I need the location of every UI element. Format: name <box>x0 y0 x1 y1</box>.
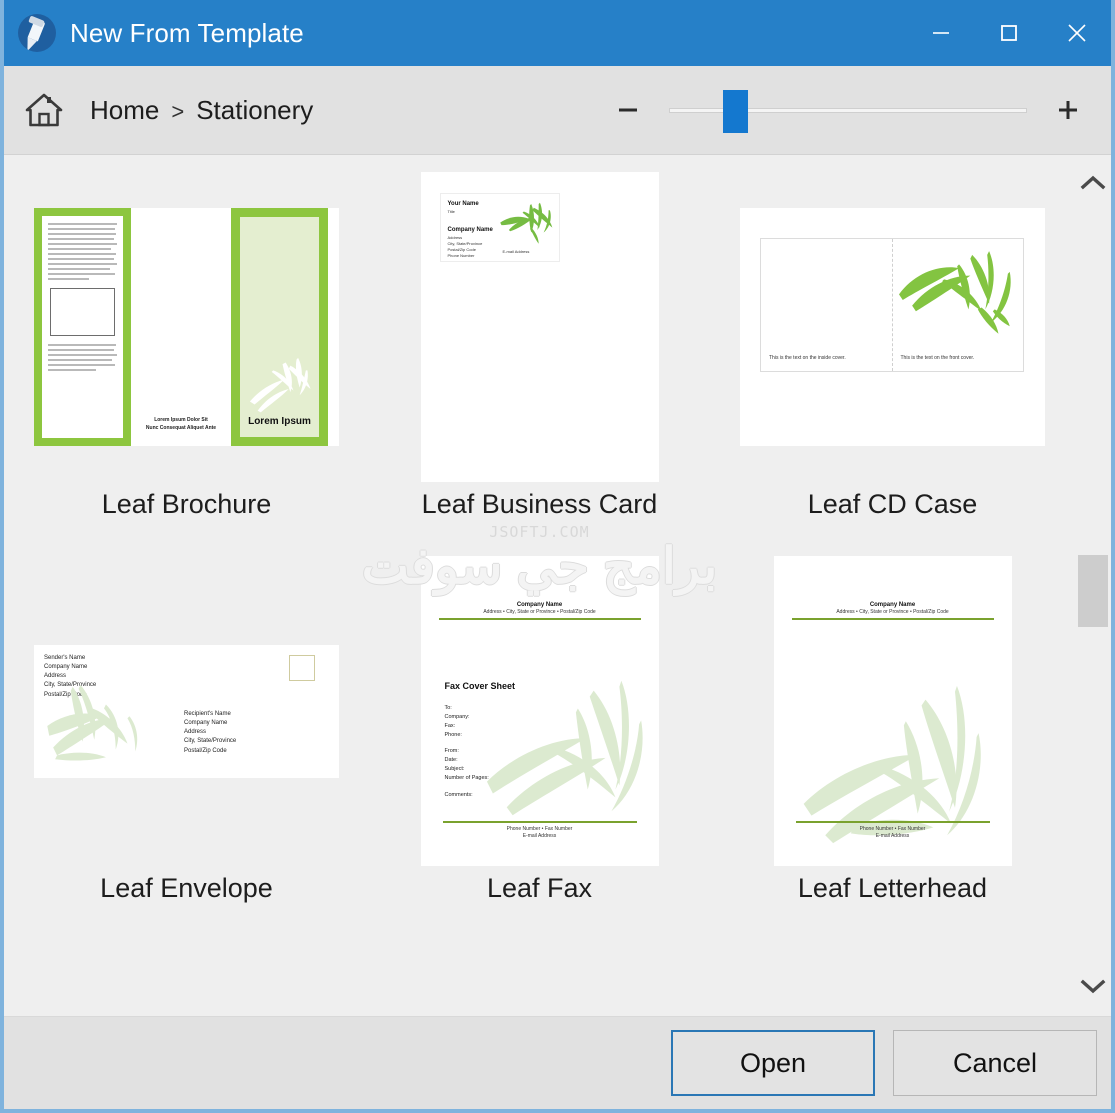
template-thumbnail[interactable]: Company Name Address • City, State or Pr… <box>716 551 1069 871</box>
template-item-leaf-cd-case[interactable]: This is the text on the inside cover. <box>716 167 1069 551</box>
bc-email: E-mail Address <box>503 249 530 254</box>
cd-front-caption: This is the text on the front cover. <box>901 355 975 361</box>
close-icon[interactable] <box>1043 0 1111 66</box>
cancel-button[interactable]: Cancel <box>893 1030 1097 1096</box>
leaf-graphic-pale <box>44 683 164 771</box>
brochure-left-panel <box>34 208 131 446</box>
letterhead-footer-phone: Phone Number • Fax Number <box>796 826 990 833</box>
home-icon[interactable] <box>22 88 66 132</box>
maximize-icon[interactable] <box>975 0 1043 66</box>
brochure-right-panel: Lorem Ipsum <box>231 208 328 446</box>
fax-header-rule <box>439 618 641 620</box>
pen-nib-icon <box>18 14 56 52</box>
template-grid-area: Lorem Ipsum Dolor Sit Nunc Consequat Ali… <box>4 155 1075 1016</box>
fax-address: Address • City, State or Province • Post… <box>439 609 641 615</box>
template-item-leaf-brochure[interactable]: Lorem Ipsum Dolor Sit Nunc Consequat Ali… <box>10 167 363 551</box>
letterhead-address: Address • City, State or Province • Post… <box>792 609 994 615</box>
template-label: Leaf Fax <box>487 873 592 904</box>
letterhead-header-rule <box>792 618 994 620</box>
template-thumbnail[interactable]: Your Name Title Company Name Address Cit… <box>363 167 716 487</box>
bc-title: Title <box>448 209 455 214</box>
fax-footer-rule <box>443 821 637 823</box>
chevron-up-icon[interactable] <box>1075 165 1111 201</box>
template-label: Leaf Letterhead <box>798 873 987 904</box>
title-bar: New From Template <box>4 0 1111 66</box>
template-thumbnail[interactable]: This is the text on the inside cover. <box>716 167 1069 487</box>
template-label: Leaf CD Case <box>808 489 978 520</box>
cd-inside-caption: This is the text on the inside cover. <box>769 355 846 361</box>
brochure-right-title: Lorem Ipsum <box>240 416 319 427</box>
breadcrumb-separator: > <box>171 99 184 125</box>
letterhead-footer: Phone Number • Fax Number E-mail Address <box>796 821 990 840</box>
zoom-in-button[interactable] <box>1041 83 1095 137</box>
letterhead-footer-rule <box>796 821 990 823</box>
business-card-preview: Your Name Title Company Name Address Cit… <box>441 194 559 261</box>
toolbar: Home > Stationery <box>4 66 1111 155</box>
fax-header: Company Name Address • City, State or Pr… <box>439 602 641 620</box>
fax-preview: Company Name Address • City, State or Pr… <box>421 556 659 866</box>
leaf-graphic-pale <box>483 672 651 822</box>
fax-company: Company Name <box>439 602 641 608</box>
letterhead-company: Company Name <box>792 602 994 608</box>
breadcrumb: Home > Stationery <box>90 95 313 126</box>
leaf-graphic-green <box>899 247 1021 337</box>
dialog-footer: Open Cancel <box>4 1016 1111 1109</box>
zoom-out-button[interactable] <box>601 83 655 137</box>
brochure-image-placeholder <box>50 288 115 336</box>
zoom-controls <box>601 66 1095 154</box>
cd-inside-cover: This is the text on the inside cover. <box>761 239 893 371</box>
business-card-sheet: Your Name Title Company Name Address Cit… <box>421 172 659 482</box>
brochure-body-text-2 <box>48 344 117 371</box>
bc-address-block: Address City, State/Province Postal/Zip … <box>448 235 483 259</box>
chevron-down-icon[interactable] <box>1075 968 1111 1004</box>
cd-case-preview: This is the text on the inside cover. <box>740 208 1045 446</box>
template-thumbnail[interactable]: Sender's Name Company Name Address City,… <box>10 551 363 871</box>
template-thumbnail[interactable]: Company Name Address • City, State or Pr… <box>363 551 716 871</box>
envelope-recipient-block: Recipient's Name Company Name Address Ci… <box>184 710 236 756</box>
letterhead-header: Company Name Address • City, State or Pr… <box>792 602 994 620</box>
fax-footer-email: E-mail Address <box>443 833 637 840</box>
letterhead-preview: Company Name Address • City, State or Pr… <box>774 556 1012 866</box>
template-label: Leaf Brochure <box>102 489 272 520</box>
template-grid: Lorem Ipsum Dolor Sit Nunc Consequat Ali… <box>4 155 1075 935</box>
template-item-leaf-business-card[interactable]: Your Name Title Company Name Address Cit… <box>363 167 716 551</box>
window-title: New From Template <box>70 18 304 49</box>
template-label: Leaf Business Card <box>422 489 658 520</box>
vertical-scrollbar[interactable] <box>1075 155 1111 1016</box>
leaf-graphic-white <box>242 347 320 417</box>
open-button[interactable]: Open <box>671 1030 875 1096</box>
window-controls <box>907 0 1111 66</box>
leaf-graphic-green <box>499 200 559 244</box>
stamp-placeholder-icon <box>289 655 315 681</box>
brochure-body-text <box>48 223 117 280</box>
zoom-slider[interactable] <box>669 83 1027 137</box>
bc-company: Company Name <box>448 227 493 233</box>
letterhead-footer-email: E-mail Address <box>796 833 990 840</box>
bc-your-name: Your Name <box>448 201 479 207</box>
cd-panels: This is the text on the inside cover. <box>760 238 1024 372</box>
breadcrumb-home[interactable]: Home <box>90 95 159 126</box>
fax-footer-phone: Phone Number • Fax Number <box>443 826 637 833</box>
scrollbar-thumb[interactable] <box>1078 555 1108 627</box>
brochure-middle-panel: Lorem Ipsum Dolor Sit Nunc Consequat Ali… <box>131 208 231 446</box>
fax-footer: Phone Number • Fax Number E-mail Address <box>443 821 637 840</box>
zoom-slider-thumb[interactable] <box>723 90 748 133</box>
brochure-middle-caption: Lorem Ipsum Dolor Sit Nunc Consequat Ali… <box>131 417 231 432</box>
cd-front-cover: This is the text on the front cover. <box>893 239 1024 371</box>
brochure-preview: Lorem Ipsum Dolor Sit Nunc Consequat Ali… <box>34 208 339 446</box>
new-from-template-dialog: New From Template Home > Stationery <box>0 0 1115 1113</box>
template-thumbnail[interactable]: Lorem Ipsum Dolor Sit Nunc Consequat Ali… <box>10 167 363 487</box>
envelope-preview: Sender's Name Company Name Address City,… <box>34 645 339 778</box>
template-item-leaf-envelope[interactable]: Sender's Name Company Name Address City,… <box>10 551 363 935</box>
template-label: Leaf Envelope <box>100 873 273 904</box>
template-item-leaf-letterhead[interactable]: Company Name Address • City, State or Pr… <box>716 551 1069 935</box>
content-area: Lorem Ipsum Dolor Sit Nunc Consequat Ali… <box>4 155 1111 1016</box>
template-item-leaf-fax[interactable]: Company Name Address • City, State or Pr… <box>363 551 716 935</box>
breadcrumb-current[interactable]: Stationery <box>196 95 313 126</box>
minimize-icon[interactable] <box>907 0 975 66</box>
